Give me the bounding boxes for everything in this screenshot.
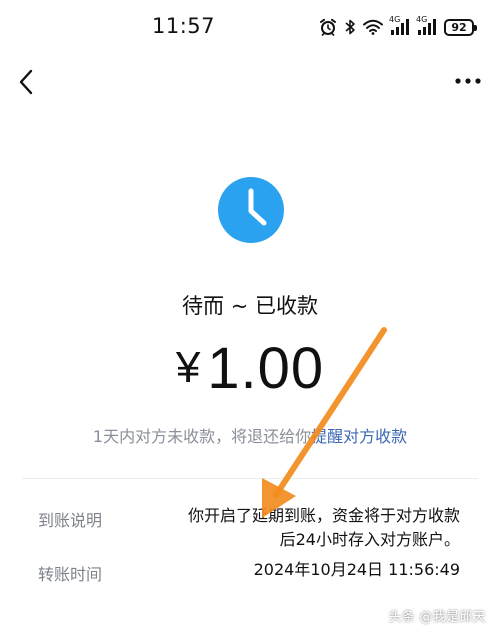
status-icons: 4G 4G 92 <box>319 15 477 39</box>
section-divider <box>22 478 478 479</box>
battery-icon: 92 <box>444 18 477 36</box>
more-button[interactable] <box>450 66 486 96</box>
refund-notice-text: 1天内对方未收款，将退还给你 <box>92 427 312 446</box>
signal-icon-2: 4G <box>416 15 437 36</box>
arrival-note-value: 你开启了延期到账，资金将于对方收款 后24小时存入对方账户。 <box>188 504 460 552</box>
transfer-time-value: 2024年10月24日 11:56:49 <box>254 558 460 582</box>
transfer-amount: ¥1.00 <box>0 333 500 404</box>
remind-payee-link[interactable]: 提醒对方收款 <box>311 427 407 446</box>
bluetooth-icon <box>344 18 356 36</box>
wifi-icon <box>363 19 383 35</box>
arrival-note-line-1: 你开启了延期到账，资金将于对方收款 <box>187 506 460 525</box>
clock-icon <box>248 188 267 226</box>
watermark: 头条 @我是邱天 <box>388 610 486 625</box>
arrival-note-label: 到账说明 <box>38 511 103 530</box>
payment-status-title: 待而 ~ 已收款 <box>182 294 318 318</box>
arrival-note-line-2: 后24小时存入对方账户。 <box>279 530 460 549</box>
transfer-time-label: 转账时间 <box>38 565 103 584</box>
nav-bar <box>0 56 500 108</box>
transfer-time-text: 2024年10月24日 11:56:49 <box>253 560 460 579</box>
network-type-1: 4G <box>389 15 401 24</box>
back-button[interactable] <box>12 64 44 100</box>
more-dots-icon <box>455 78 481 84</box>
signal-icon: 4G <box>389 15 410 36</box>
alarm-icon <box>319 18 337 36</box>
chevron-left-icon <box>19 69 33 95</box>
amount-value: 1.00 <box>207 336 325 401</box>
refund-notice: 1天内对方未收款，将退还给你提醒对方收款 <box>0 423 500 447</box>
status-time: 11:57 <box>152 14 216 38</box>
clock-status-badge <box>218 177 284 243</box>
currency-symbol: ¥ <box>175 343 202 392</box>
network-type-2: 4G <box>416 15 428 24</box>
status-bar: 11:57 4G 4G 92 <box>0 0 500 56</box>
